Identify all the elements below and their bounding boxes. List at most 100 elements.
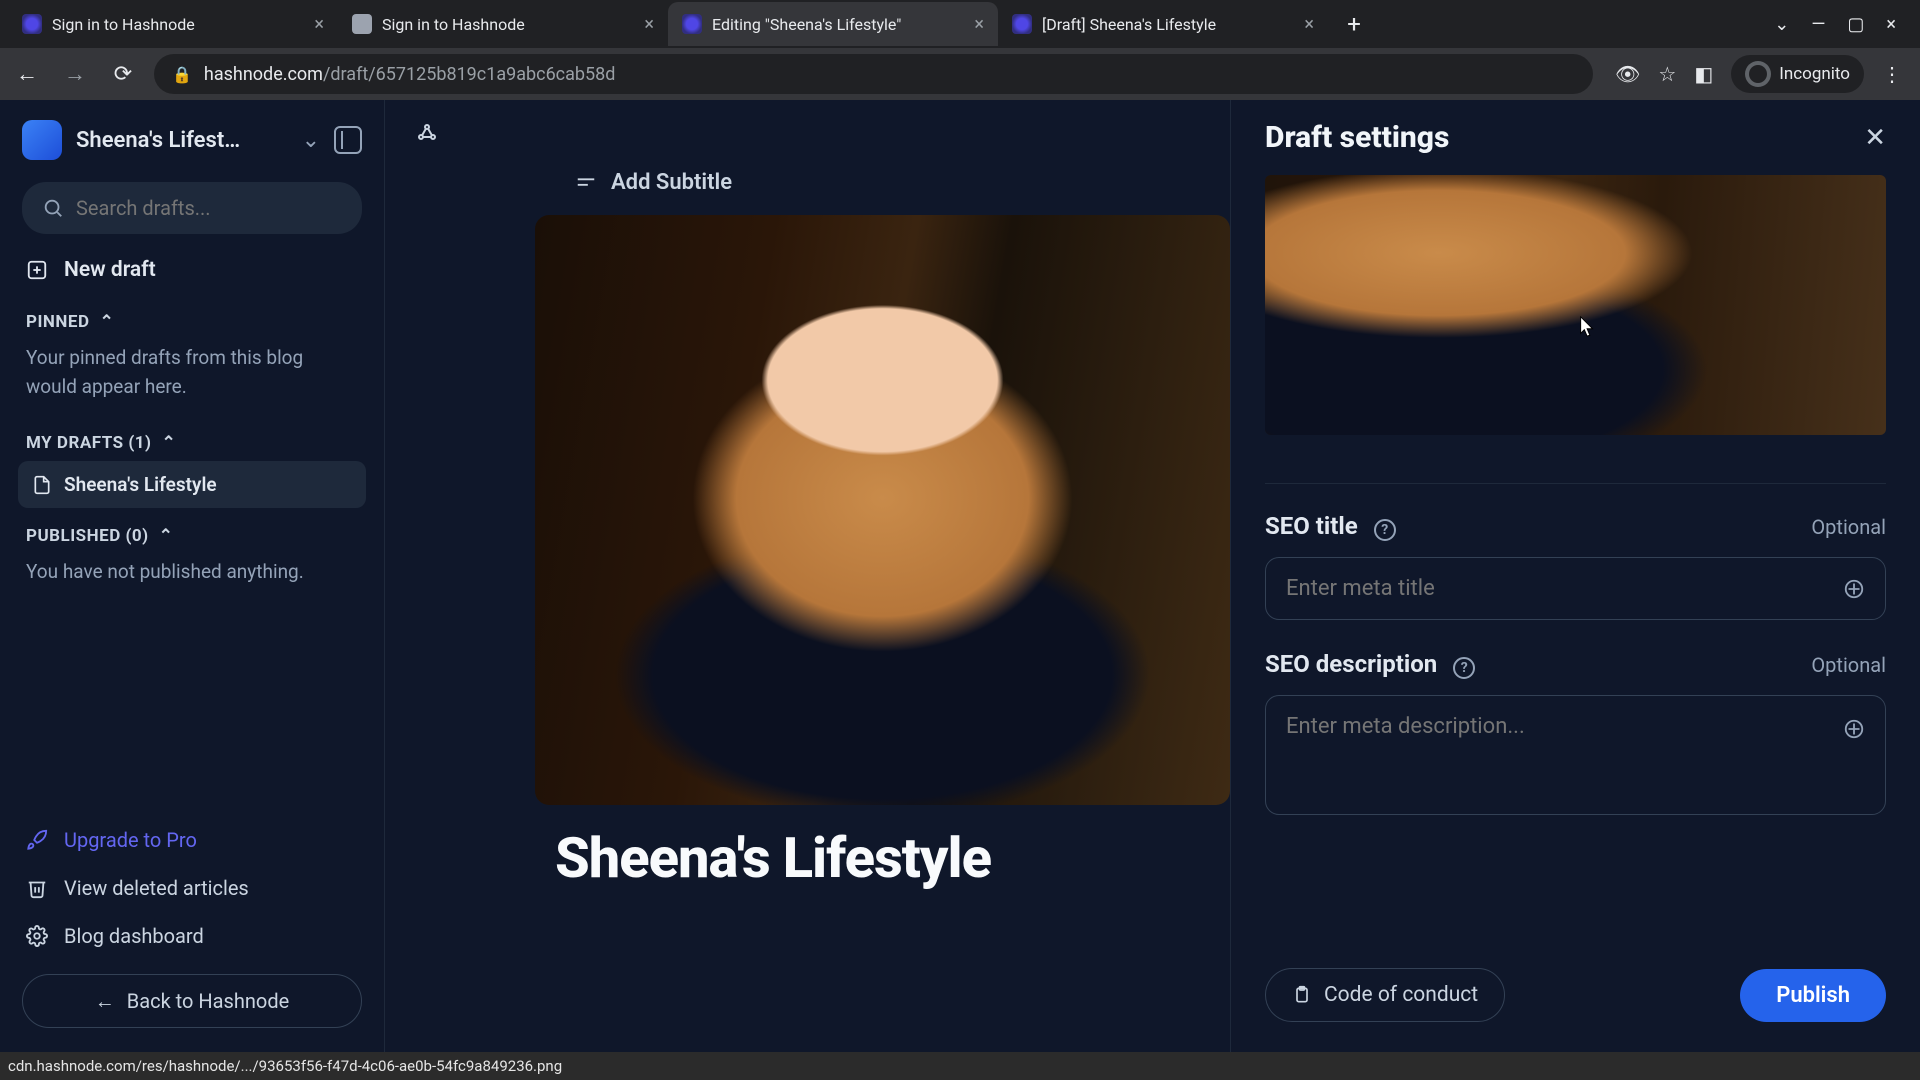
- collapse-sidebar-icon[interactable]: [334, 126, 362, 154]
- mydrafts-label: MY DRAFTS (1): [26, 433, 152, 453]
- seo-desc-input-wrap[interactable]: [1265, 695, 1886, 815]
- chevron-up-icon: ⌃: [100, 312, 115, 332]
- browser-chrome: Sign in to Hashnode × Sign in to Hashnod…: [0, 0, 1920, 100]
- close-icon[interactable]: ✕: [1864, 123, 1886, 153]
- tab-editing[interactable]: Editing "Sheena's Lifestyle" ×: [668, 2, 998, 46]
- dashboard-label: Blog dashboard: [64, 924, 204, 948]
- seo-title-input[interactable]: [1286, 576, 1831, 601]
- upgrade-pro-link[interactable]: Upgrade to Pro: [0, 816, 384, 864]
- sidebar: Sheena's Lifest… ⌄ New draft PINNED ⌃ Yo…: [0, 100, 385, 1052]
- back-label: Back to Hashnode: [127, 989, 289, 1013]
- add-subtitle-button[interactable]: Add Subtitle: [385, 146, 1230, 215]
- new-draft-button[interactable]: New draft: [0, 246, 384, 294]
- pinned-empty-text: Your pinned drafts from this blog would …: [0, 340, 384, 415]
- kebab-menu-icon[interactable]: ⋮: [1882, 62, 1902, 86]
- add-subtitle-label: Add Subtitle: [611, 170, 732, 195]
- new-tab-button[interactable]: +: [1336, 6, 1372, 42]
- tab-strip: Sign in to Hashnode × Sign in to Hashnod…: [0, 0, 1920, 48]
- incognito-label: Incognito: [1779, 64, 1850, 84]
- search-drafts[interactable]: [22, 182, 362, 234]
- seo-desc-textarea[interactable]: [1286, 714, 1865, 796]
- published-empty-text: You have not published anything.: [0, 554, 384, 601]
- address-bar: ← → ⟳ 🔒 hashnode.com/draft/657125b819c1a…: [0, 48, 1920, 100]
- url-path: /draft/657125b819c1a9abc6cab58d: [323, 64, 615, 85]
- document-icon: [32, 475, 52, 495]
- tab-title: Sign in to Hashnode: [382, 15, 634, 34]
- reload-icon[interactable]: ⟳: [106, 62, 140, 87]
- tab-title: Editing "Sheena's Lifestyle": [712, 15, 964, 34]
- chevron-up-icon: ⌃: [159, 526, 174, 546]
- back-to-hashnode-button[interactable]: ← Back to Hashnode: [22, 974, 362, 1028]
- close-icon[interactable]: ×: [1304, 14, 1314, 35]
- editor-toolbar: [385, 100, 1230, 146]
- subtitle-icon: [575, 172, 597, 194]
- seo-title-label: SEO title: [1265, 512, 1358, 540]
- close-icon[interactable]: ×: [974, 14, 984, 35]
- window-controls: ⌄ — ▢ ×: [1774, 14, 1912, 35]
- settings-title: Draft settings: [1265, 120, 1449, 155]
- help-icon[interactable]: ?: [1453, 657, 1475, 679]
- tab-draft[interactable]: [Draft] Sheena's Lifestyle ×: [998, 2, 1328, 46]
- app-content: Sheena's Lifest… ⌄ New draft PINNED ⌃ Yo…: [0, 100, 1920, 1052]
- hashnode-favicon: [22, 14, 42, 34]
- globe-favicon: [352, 14, 372, 34]
- ai-sparkle-icon[interactable]: [1843, 578, 1865, 600]
- publish-button[interactable]: Publish: [1740, 969, 1886, 1022]
- lock-icon: 🔒: [172, 65, 192, 84]
- article-title[interactable]: Sheena's Lifestyle: [385, 805, 1230, 891]
- back-icon[interactable]: ←: [10, 61, 44, 87]
- bookmark-star-icon[interactable]: ☆: [1658, 62, 1676, 86]
- arrow-left-icon: ←: [95, 989, 115, 1014]
- chevron-down-icon[interactable]: ⌄: [1774, 14, 1789, 35]
- og-image-preview[interactable]: [1265, 175, 1886, 435]
- search-icon: [42, 197, 64, 219]
- cover-image[interactable]: [535, 215, 1230, 805]
- hashnode-favicon: [682, 14, 702, 34]
- close-icon[interactable]: ×: [644, 14, 654, 35]
- draft-list-item[interactable]: Sheena's Lifestyle: [18, 461, 366, 508]
- published-label: PUBLISHED (0): [26, 526, 149, 546]
- blog-name: Sheena's Lifest…: [76, 128, 288, 153]
- new-draft-label: New draft: [64, 258, 156, 282]
- rocket-icon: [26, 829, 48, 851]
- mydrafts-section-header[interactable]: MY DRAFTS (1) ⌃: [0, 415, 384, 461]
- optional-badge: Optional: [1811, 653, 1886, 677]
- ai-sparkle-icon[interactable]: [1843, 718, 1865, 740]
- close-icon[interactable]: ×: [314, 14, 324, 35]
- incognito-icon: [1745, 61, 1771, 87]
- draft-item-title: Sheena's Lifestyle: [64, 473, 217, 496]
- help-icon[interactable]: ?: [1374, 519, 1396, 541]
- divider: [1265, 483, 1886, 484]
- published-section-header[interactable]: PUBLISHED (0) ⌃: [0, 508, 384, 554]
- coc-label: Code of conduct: [1324, 983, 1478, 1007]
- eye-off-icon[interactable]: 👁: [1615, 62, 1640, 86]
- status-bar: cdn.hashnode.com/res/hashnode/.../93653f…: [0, 1052, 1920, 1080]
- incognito-indicator[interactable]: Incognito: [1731, 55, 1864, 93]
- seo-title-input-wrap[interactable]: [1265, 557, 1886, 620]
- blog-dashboard-link[interactable]: Blog dashboard: [0, 912, 384, 960]
- hashnode-logo-icon: [22, 120, 62, 160]
- forward-icon[interactable]: →: [58, 61, 92, 87]
- tab-signin-1[interactable]: Sign in to Hashnode ×: [8, 2, 338, 46]
- clipboard-icon: [1292, 985, 1312, 1005]
- chevron-down-icon: ⌄: [302, 128, 320, 153]
- tab-title: Sign in to Hashnode: [52, 15, 304, 34]
- photo-placeholder: [1265, 175, 1886, 435]
- seo-desc-label: SEO description: [1265, 650, 1437, 678]
- blog-switcher[interactable]: Sheena's Lifest… ⌄: [0, 100, 384, 170]
- share-icon[interactable]: [415, 122, 1200, 146]
- extensions-icon[interactable]: ◧: [1694, 62, 1713, 86]
- tab-signin-2[interactable]: Sign in to Hashnode ×: [338, 2, 668, 46]
- deleted-label: View deleted articles: [64, 876, 249, 900]
- minimize-icon[interactable]: —: [1811, 14, 1825, 35]
- publish-label: Publish: [1776, 983, 1850, 1008]
- search-input[interactable]: [76, 196, 342, 220]
- window-close-icon[interactable]: ×: [1886, 14, 1896, 35]
- pinned-section-header[interactable]: PINNED ⌃: [0, 294, 384, 340]
- maximize-icon[interactable]: ▢: [1847, 14, 1864, 35]
- editor-area: Add Subtitle Sheena's Lifestyle: [385, 100, 1230, 1052]
- url-input[interactable]: 🔒 hashnode.com/draft/657125b819c1a9abc6c…: [154, 54, 1593, 94]
- optional-badge: Optional: [1811, 515, 1886, 539]
- view-deleted-link[interactable]: View deleted articles: [0, 864, 384, 912]
- code-of-conduct-button[interactable]: Code of conduct: [1265, 968, 1505, 1022]
